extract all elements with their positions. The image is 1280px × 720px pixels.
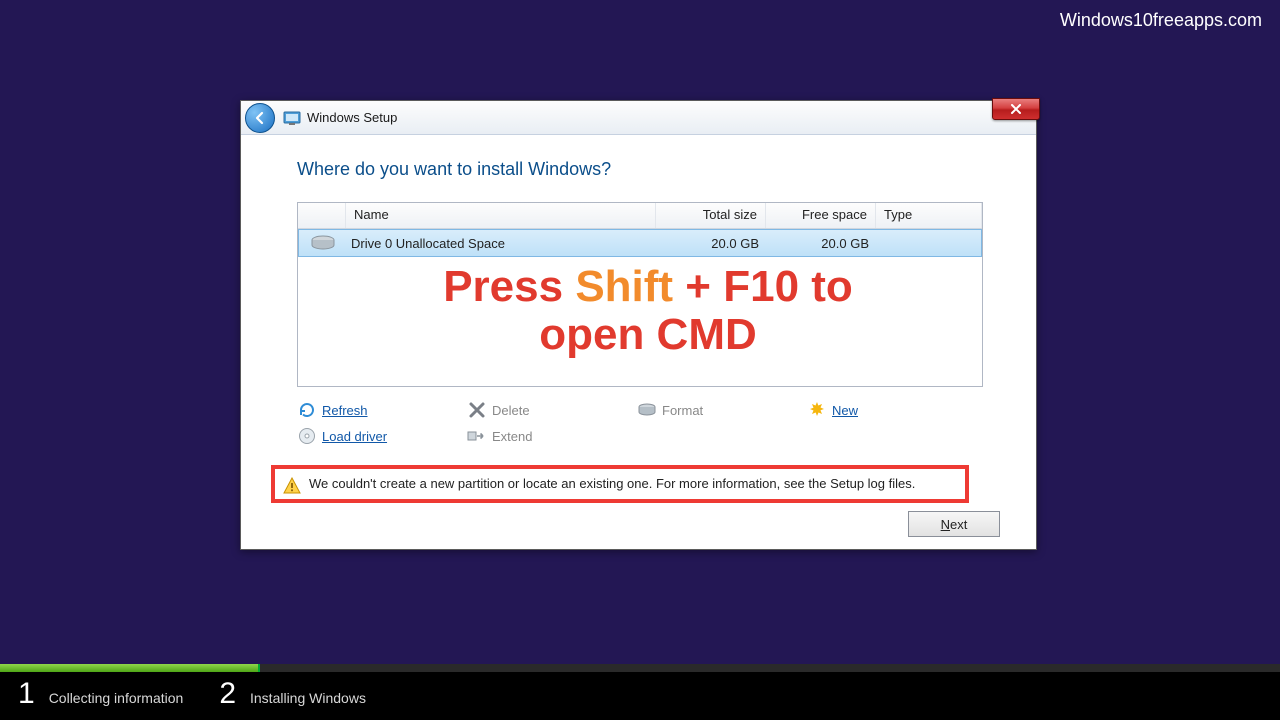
- content-area: Where do you want to install Windows? Na…: [241, 135, 1036, 549]
- setup-icon: [283, 109, 301, 127]
- setup-window: Windows Setup Where do you want to insta…: [240, 100, 1037, 550]
- delete-icon: [467, 400, 487, 420]
- extend-action: Extend: [467, 423, 637, 449]
- window-title: Windows Setup: [307, 110, 397, 125]
- format-action: Format: [637, 397, 807, 423]
- close-button[interactable]: [992, 98, 1040, 120]
- disk-row[interactable]: Drive 0 Unallocated Space 20.0 GB 20.0 G…: [298, 229, 982, 257]
- col-type: Type: [876, 203, 982, 228]
- close-icon: [1010, 104, 1022, 114]
- action-bar: Refresh Delete Format New: [297, 397, 983, 449]
- delete-action: Delete: [467, 397, 637, 423]
- titlebar: Windows Setup: [241, 101, 1036, 135]
- progress-segment-1: [0, 664, 260, 672]
- load-driver-action[interactable]: Load driver: [297, 423, 467, 449]
- col-name: Name: [346, 203, 656, 228]
- col-free: Free space: [766, 203, 876, 228]
- progress-bar: [0, 664, 1280, 672]
- row-free: 20.0 GB: [767, 236, 877, 251]
- new-action[interactable]: New: [807, 397, 977, 423]
- instruction-overlay: Press Shift + F10 to open CMD: [408, 263, 888, 360]
- step-1: 1 Collecting information: [0, 677, 201, 715]
- next-button[interactable]: Next: [908, 511, 1000, 537]
- next-label: ext: [950, 517, 967, 532]
- new-icon: [807, 400, 827, 420]
- disk-list[interactable]: Name Total size Free space Type Drive 0 …: [297, 202, 983, 387]
- watermark-text: Windows10freeapps.com: [1060, 10, 1262, 31]
- back-button[interactable]: [245, 103, 275, 133]
- row-total: 20.0 GB: [657, 236, 767, 251]
- page-heading: Where do you want to install Windows?: [297, 159, 980, 180]
- cd-icon: [297, 426, 317, 446]
- installer-footer: 1 Collecting information 2 Installing Wi…: [0, 664, 1280, 720]
- table-header: Name Total size Free space Type: [298, 203, 982, 229]
- refresh-icon: [297, 400, 317, 420]
- step-2: 2 Installing Windows: [201, 677, 384, 715]
- progress-segment-2: [260, 664, 1280, 672]
- disk-icon: [310, 234, 336, 252]
- arrow-left-icon: [252, 110, 268, 126]
- format-icon: [637, 400, 657, 420]
- warning-message: We couldn't create a new partition or lo…: [271, 465, 969, 503]
- extend-icon: [467, 426, 487, 446]
- warning-icon: [283, 477, 301, 495]
- row-name: Drive 0 Unallocated Space: [347, 236, 657, 251]
- refresh-action[interactable]: Refresh: [297, 397, 467, 423]
- col-total: Total size: [656, 203, 766, 228]
